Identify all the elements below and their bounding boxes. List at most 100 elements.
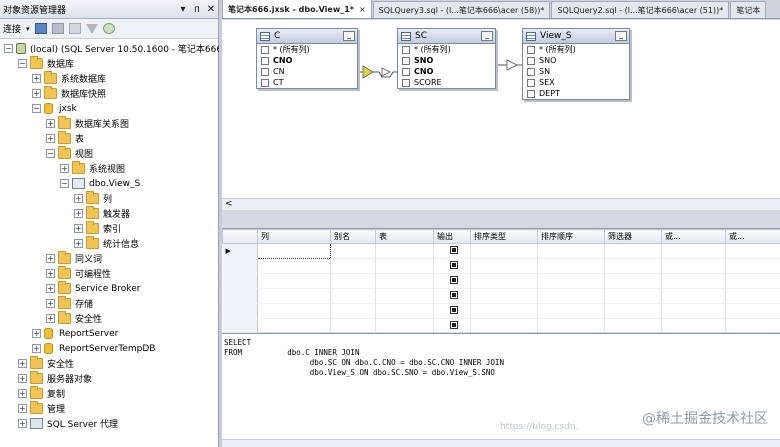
column-checkbox[interactable] xyxy=(261,67,269,76)
grid-column-header[interactable]: 排序顺序 xyxy=(537,229,605,244)
diagram-pane[interactable]: C _ * (所有列) CNO CN CT SC _ * (所有列) SNO CNO SCORE Vie… xyxy=(222,20,780,210)
column-checkbox[interactable] xyxy=(402,56,410,65)
diagram-table-header[interactable]: View_S _ xyxy=(523,29,629,44)
diagram-scrollbar[interactable]: < xyxy=(222,198,780,210)
expand-icon[interactable]: + xyxy=(18,404,27,413)
tree-node[interactable]: + 数据库快照 xyxy=(0,86,218,101)
diagram-column[interactable]: SEX xyxy=(523,77,629,88)
grid-row[interactable]: ▶ xyxy=(222,243,780,259)
grid-cell[interactable] xyxy=(330,273,376,289)
column-checkbox[interactable] xyxy=(261,78,269,87)
grid-cell[interactable] xyxy=(604,273,662,289)
connect-server-icon[interactable] xyxy=(34,23,47,34)
grid-cell[interactable] xyxy=(661,258,726,274)
grid-cell[interactable] xyxy=(537,243,605,259)
connect-dropdown-icon[interactable]: ▾ xyxy=(26,25,30,33)
grid-cell[interactable] xyxy=(725,258,780,274)
grid-cell[interactable] xyxy=(661,243,726,259)
output-checkbox-cell[interactable] xyxy=(433,273,471,289)
tree-node[interactable]: + 服务器对象 xyxy=(0,371,218,386)
expand-icon[interactable]: + xyxy=(74,194,83,203)
expand-icon[interactable]: + xyxy=(18,389,27,398)
row-header[interactable] xyxy=(222,303,258,319)
grid-cell[interactable] xyxy=(330,243,376,259)
grid-cell[interactable] xyxy=(470,303,538,319)
grid-cell[interactable] xyxy=(470,318,538,334)
tree-node[interactable]: + 存储 xyxy=(0,296,218,311)
grid-cell[interactable] xyxy=(537,318,605,334)
column-checkbox[interactable] xyxy=(402,78,410,87)
diagram-column[interactable]: SN xyxy=(523,66,629,77)
grid-row[interactable] xyxy=(222,258,780,274)
grid-cell[interactable] xyxy=(375,273,434,289)
grid-cell[interactable] xyxy=(470,288,538,304)
tree-node[interactable]: + ReportServerTempDB xyxy=(0,341,218,356)
grid-cell[interactable] xyxy=(470,258,538,274)
document-tab[interactable]: 笔记本666.jxsk - dbo.View_1* × xyxy=(222,0,372,18)
grid-cell[interactable] xyxy=(330,288,376,304)
tree-node[interactable]: + 索引 xyxy=(0,221,218,236)
row-header[interactable]: ▶ xyxy=(222,243,258,259)
diagram-column[interactable]: SCORE xyxy=(398,77,495,88)
diagram-column[interactable]: CNO xyxy=(257,55,357,66)
tree-node[interactable]: + ReportServer xyxy=(0,326,218,341)
diagram-column[interactable]: DEPT xyxy=(523,88,629,99)
grid-cell[interactable] xyxy=(725,243,780,259)
grid-cell[interactable] xyxy=(537,303,605,319)
row-header[interactable] xyxy=(222,318,258,334)
grid-cell[interactable] xyxy=(661,303,726,319)
grid-column-header[interactable]: 列 xyxy=(257,229,331,244)
grid-column-header[interactable]: 别名 xyxy=(330,229,376,244)
tree-node[interactable]: + 复制 xyxy=(0,386,218,401)
criteria-pane[interactable]: 列别名表输出 排序类型 排序顺序 筛选器 或... 或... ▶ xyxy=(222,228,780,334)
diagram-table-header[interactable]: C _ xyxy=(257,29,357,44)
tree-node[interactable]: + 数据库关系图 xyxy=(0,116,218,131)
grid-cell[interactable] xyxy=(537,258,605,274)
grid-cell[interactable] xyxy=(257,318,331,334)
grid-cell[interactable] xyxy=(257,258,331,274)
expand-icon[interactable]: + xyxy=(74,224,83,233)
grid-cell[interactable] xyxy=(375,318,434,334)
grid-cell[interactable] xyxy=(257,288,331,304)
stop-icon[interactable] xyxy=(68,23,81,34)
expand-icon[interactable]: + xyxy=(46,284,55,293)
diagram-column[interactable]: CN xyxy=(257,66,357,77)
tree-node[interactable]: + 统计信息 xyxy=(0,236,218,251)
grid-row[interactable] xyxy=(222,318,780,334)
expand-icon[interactable]: + xyxy=(18,374,27,383)
expand-icon[interactable]: + xyxy=(18,359,27,368)
expand-icon[interactable]: + xyxy=(46,119,55,128)
tree-node[interactable]: + 安全性 xyxy=(0,356,218,371)
output-checkbox-cell[interactable] xyxy=(433,318,471,334)
diagram-column[interactable]: * (所有列) xyxy=(398,44,495,55)
expand-icon[interactable]: + xyxy=(32,329,41,338)
column-checkbox[interactable] xyxy=(402,67,410,76)
close-icon[interactable]: ✕ xyxy=(204,4,218,15)
expand-icon[interactable]: + xyxy=(74,239,83,248)
output-checkbox-cell[interactable] xyxy=(433,303,471,319)
criteria-grid[interactable]: 列别名表输出 排序类型 排序顺序 筛选器 或... 或... ▶ xyxy=(222,229,780,334)
output-checkbox-cell[interactable] xyxy=(433,258,471,274)
grid-cell[interactable] xyxy=(375,303,434,319)
collapse-icon[interactable]: − xyxy=(60,179,69,188)
column-checkbox[interactable] xyxy=(261,45,269,54)
expand-icon[interactable]: + xyxy=(18,419,27,428)
collapse-icon[interactable]: − xyxy=(4,44,13,53)
grid-cell-selected[interactable] xyxy=(257,243,331,259)
diagram-table[interactable]: C _ * (所有列) CNO CN CT xyxy=(256,28,358,89)
grid-cell[interactable] xyxy=(537,273,605,289)
grid-cell[interactable] xyxy=(375,258,434,274)
grid-row[interactable] xyxy=(222,273,780,289)
scroll-left-icon[interactable]: < xyxy=(225,199,233,209)
grid-column-header[interactable] xyxy=(222,229,258,244)
expand-icon[interactable]: + xyxy=(32,74,41,83)
diagram-table[interactable]: View_S _ * (所有列) SNO SN SEX DEPT xyxy=(522,28,630,100)
minimize-icon[interactable]: _ xyxy=(615,31,627,41)
column-checkbox[interactable] xyxy=(527,78,535,87)
tree-node[interactable]: − 视图 xyxy=(0,146,218,161)
grid-row[interactable] xyxy=(222,303,780,319)
grid-cell[interactable] xyxy=(537,288,605,304)
tab-close-icon[interactable]: × xyxy=(359,5,366,14)
column-checkbox[interactable] xyxy=(527,67,535,76)
output-checkbox[interactable] xyxy=(449,291,458,299)
